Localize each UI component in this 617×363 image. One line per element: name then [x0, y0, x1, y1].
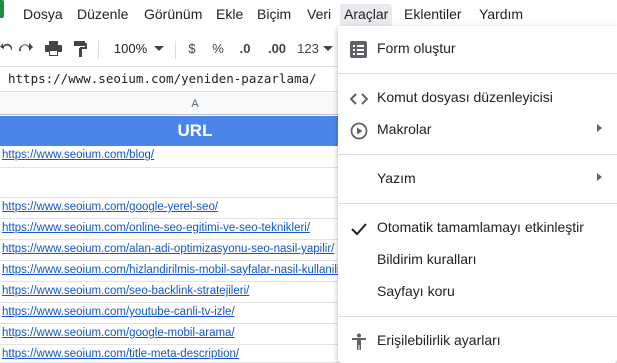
undo-icon[interactable] — [0, 38, 12, 60]
menu-item-label: Erişilebilirlik ayarları — [377, 332, 501, 348]
menu-item-script-editor[interactable]: Komut dosyası düzenleyicisi — [338, 83, 617, 113]
form-icon — [350, 41, 368, 59]
menu-data[interactable]: Veri — [303, 4, 335, 26]
menu-addons[interactable]: Eklentiler — [400, 4, 466, 26]
url-link[interactable]: https://www.seoium.com/title-meta-descri… — [0, 345, 390, 360]
menu-insert[interactable]: Ekle — [212, 4, 247, 26]
menu-item-label: Form oluştur — [377, 40, 456, 56]
checkmark-icon — [350, 220, 368, 238]
menu-item-label: Sayfayı koru — [377, 283, 455, 299]
paint-format-icon[interactable] — [70, 38, 90, 60]
menu-format[interactable]: Biçim — [253, 4, 295, 26]
accessibility-icon — [350, 333, 368, 351]
table-row[interactable]: https://www.seoium.com/youtube-canli-tv-… — [0, 303, 390, 324]
menu-tools[interactable]: Araçlar — [340, 4, 393, 26]
menu-bar: Dosya Düzenle Görünüm Ekle Biçim Veri Ar… — [0, 0, 617, 28]
menu-item-label: Komut dosyası düzenleyicisi — [377, 89, 553, 105]
menu-item-accessibility[interactable]: Erişilebilirlik ayarları — [338, 326, 617, 356]
menu-divider — [338, 203, 617, 204]
table-row[interactable]: https://www.seoium.com/google-mobil-aram… — [0, 324, 390, 345]
zoom-chevron-down-icon[interactable] — [152, 38, 166, 60]
table-row[interactable]: https://www.seoium.com/alan-adi-optimiza… — [0, 240, 390, 261]
submenu-arrow-icon — [597, 173, 602, 181]
zoom-select[interactable]: 100% — [108, 38, 153, 60]
menu-edit[interactable]: Düzenle — [73, 4, 132, 26]
tools-menu: Form oluştur Komut dosyası düzenleyicisi… — [338, 26, 617, 363]
menu-item-protect-sheet[interactable]: Sayfayı koru — [338, 277, 617, 307]
table-row[interactable] — [0, 168, 390, 198]
url-link[interactable]: https://www.seoium.com/alan-adi-optimiza… — [0, 240, 390, 255]
table-row[interactable]: https://www.seoium.com/google-yerel-seo/ — [0, 198, 390, 219]
menu-divider — [338, 73, 617, 74]
redo-icon[interactable] — [16, 38, 36, 60]
url-header-cell[interactable]: URL — [0, 116, 390, 146]
url-link[interactable]: https://www.seoium.com/seo-backlink-stra… — [0, 282, 390, 297]
menu-divider — [338, 154, 617, 155]
toolbar-divider — [175, 41, 176, 59]
url-link[interactable] — [0, 168, 390, 171]
menu-item-label: Makrolar — [377, 121, 432, 137]
increase-decimal-button[interactable]: .00 — [264, 38, 290, 60]
formula-bar-value[interactable]: https://www.seoium.com/yeniden-pazarlama… — [8, 71, 317, 86]
menu-divider — [338, 316, 617, 317]
sheets-logo-edge — [0, 0, 4, 18]
play-circle-icon — [350, 122, 368, 140]
url-link[interactable]: https://www.seoium.com/google-mobil-aram… — [0, 324, 390, 339]
menu-item-autocomplete[interactable]: Otomatik tamamlamayı etkinleştir — [338, 213, 617, 243]
menu-item-label: Bildirim kuralları — [377, 251, 477, 267]
url-link[interactable]: https://www.seoium.com/online-seo-egitim… — [0, 219, 390, 234]
menu-item-spelling[interactable]: Yazım — [338, 164, 617, 194]
table-row[interactable]: https://www.seoium.com/blog/ — [0, 146, 390, 168]
percent-format-button[interactable]: % — [210, 38, 226, 60]
url-link[interactable]: https://www.seoium.com/hizlandirilmis-mo… — [0, 261, 390, 276]
code-icon — [349, 90, 369, 108]
menu-item-create-form[interactable]: Form oluştur — [338, 34, 617, 64]
url-link[interactable]: https://www.seoium.com/google-yerel-seo/ — [0, 198, 390, 213]
currency-format-button[interactable]: $ — [184, 38, 200, 60]
toolbar-divider — [98, 41, 99, 59]
menu-item-notification-rules[interactable]: Bildirim kuralları — [338, 245, 617, 275]
column-a-header[interactable]: A — [0, 93, 390, 115]
table-row[interactable]: https://www.seoium.com/hizlandirilmis-mo… — [0, 261, 390, 282]
table-row[interactable]: https://www.seoium.com/title-meta-descri… — [0, 345, 390, 363]
submenu-arrow-icon — [597, 124, 602, 132]
decrease-decimal-button[interactable]: .0 — [235, 38, 255, 60]
menu-file[interactable]: Dosya — [19, 4, 67, 26]
menu-item-macros[interactable]: Makrolar — [338, 115, 617, 145]
menu-help[interactable]: Yardım — [475, 4, 527, 26]
menu-item-label: Yazım — [377, 170, 416, 186]
menu-item-label: Otomatik tamamlamayı etkinleştir — [377, 219, 584, 235]
table-row[interactable]: https://www.seoium.com/seo-backlink-stra… — [0, 282, 390, 303]
menu-view[interactable]: Görünüm — [140, 4, 206, 26]
more-formats-button[interactable]: 123 — [294, 38, 322, 60]
url-link[interactable]: https://www.seoium.com/blog/ — [0, 146, 390, 161]
print-icon[interactable] — [43, 38, 63, 60]
url-link[interactable]: https://www.seoium.com/youtube-canli-tv-… — [0, 303, 390, 318]
more-formats-chevron-down-icon[interactable] — [322, 38, 334, 60]
table-row[interactable]: https://www.seoium.com/online-seo-egitim… — [0, 219, 390, 240]
